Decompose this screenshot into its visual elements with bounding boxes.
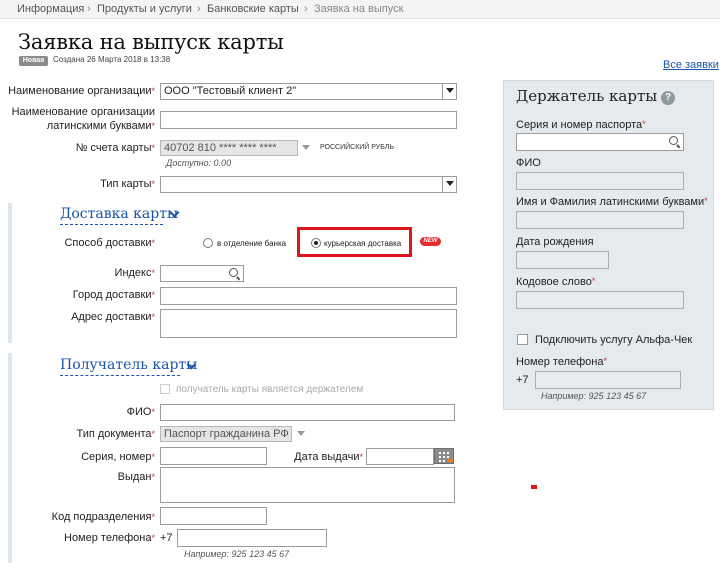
chevron-down-icon xyxy=(299,141,313,155)
birth-date-label: Дата рождения xyxy=(516,236,594,248)
index-label: Индекс* xyxy=(114,267,155,279)
doc-type-label: Тип документа* xyxy=(76,428,155,440)
breadcrumb: Информация › Продукты и услуги › Банковс… xyxy=(0,0,720,19)
org-latin-label-2: латинскими буквами* xyxy=(46,120,155,132)
fio-label: ФИО* xyxy=(126,406,155,418)
chevron-down-icon xyxy=(294,427,308,441)
fio-input[interactable] xyxy=(160,404,455,421)
alfa-check-checkbox[interactable] xyxy=(517,334,528,345)
issue-date-label: Дата выдачи* xyxy=(294,451,363,463)
holder-phone-prefix: +7 xyxy=(516,374,529,386)
search-icon[interactable] xyxy=(669,136,678,145)
account-available: Доступно: 0.00 xyxy=(166,158,232,168)
same-as-holder-checkbox[interactable] xyxy=(160,384,170,394)
address-label: Адрес доставки* xyxy=(71,311,155,323)
alfa-check-label[interactable]: Подключить услугу Альфа-Чек xyxy=(535,334,692,346)
issued-by-input[interactable] xyxy=(160,467,455,503)
delivery-method-label: Способ доставки* xyxy=(64,237,155,249)
search-icon[interactable] xyxy=(229,268,238,277)
org-name-label: Наименование организации* xyxy=(8,85,155,97)
issue-date-input[interactable] xyxy=(366,448,434,465)
issued-by-label: Выдан* xyxy=(117,471,155,483)
holder-latin-label: Имя и Фамилия латинскими буквами* xyxy=(516,196,708,208)
section-bar-delivery xyxy=(8,203,12,343)
red-marker xyxy=(531,485,537,489)
passport-input[interactable] xyxy=(516,133,684,151)
city-input[interactable] xyxy=(160,287,457,305)
dept-code-input[interactable] xyxy=(160,507,267,525)
passport-label: Серия и номер паспорта* xyxy=(516,119,646,131)
breadcrumb-item-info[interactable]: Информация xyxy=(17,3,84,15)
series-input[interactable] xyxy=(160,447,267,465)
account-label: № счета карты* xyxy=(75,142,155,154)
all-orders-link[interactable]: Все заявки xyxy=(663,59,719,71)
holder-phone-input[interactable] xyxy=(535,371,681,389)
account-select[interactable]: 40702 810 **** **** **** xyxy=(160,140,298,156)
breadcrumb-separator: › xyxy=(87,3,91,15)
org-latin-label: Наименование организации xyxy=(11,106,155,118)
birth-date-input[interactable] xyxy=(516,251,609,269)
recipient-title-underline xyxy=(60,375,180,376)
phone-hint: Например: 925 123 45 67 xyxy=(184,549,290,559)
chevron-down-icon xyxy=(442,177,456,192)
breadcrumb-separator: › xyxy=(304,3,308,15)
highlight-frame xyxy=(297,227,412,257)
breadcrumb-item-current: Заявка на выпуск xyxy=(314,3,404,15)
help-icon[interactable]: ? xyxy=(661,91,675,105)
delivery-section-title[interactable]: Доставка карты xyxy=(60,206,178,222)
holder-title: Держатель карты xyxy=(516,87,658,105)
breadcrumb-separator: › xyxy=(197,3,201,15)
status-badge: Новая xyxy=(19,56,48,66)
section-bar-recipient xyxy=(8,353,12,563)
holder-fio-input[interactable] xyxy=(516,172,684,190)
breadcrumb-item-cards[interactable]: Банковские карты xyxy=(207,3,299,15)
new-badge: NEW xyxy=(420,237,441,246)
recipient-section-title[interactable]: Получатель карты xyxy=(60,357,197,373)
radio-branch[interactable] xyxy=(203,238,213,248)
org-name-select[interactable]: ООО "Тестовый клиент 2" xyxy=(160,83,457,100)
phone-input[interactable] xyxy=(177,529,327,547)
breadcrumb-item-products[interactable]: Продукты и услуги xyxy=(97,3,192,15)
series-label: Серия, номер* xyxy=(81,451,155,463)
phone-prefix: +7 xyxy=(160,532,173,544)
address-input[interactable] xyxy=(160,309,457,338)
city-label: Город доставки* xyxy=(72,289,155,301)
code-word-label: Кодовое слово* xyxy=(516,276,596,288)
card-type-label: Тип карты* xyxy=(100,178,155,190)
phone-label: Номер телефона* xyxy=(64,532,155,544)
page-title: Заявка на выпуск карты xyxy=(18,30,284,54)
chevron-down-icon xyxy=(442,84,456,99)
holder-phone-label: Номер телефона* xyxy=(516,356,607,368)
account-currency: РОССИЙСКИЙ РУБЛЬ xyxy=(320,144,395,151)
holder-latin-input[interactable] xyxy=(516,211,684,229)
dept-code-label: Код подразделения* xyxy=(51,511,155,523)
org-latin-input[interactable] xyxy=(160,111,457,129)
card-type-select[interactable] xyxy=(160,176,457,193)
holder-fio-label: ФИО xyxy=(516,157,541,169)
same-as-holder-label: получатель карты является держателем xyxy=(176,384,364,395)
code-word-input[interactable] xyxy=(516,291,684,309)
created-date: Создана 26 Марта 2018 в 13:38 xyxy=(53,55,171,64)
delivery-title-underline xyxy=(60,224,163,225)
holder-phone-hint: Например: 925 123 45 67 xyxy=(541,391,647,401)
doc-type-select[interactable]: Паспорт гражданина РФ xyxy=(160,426,292,442)
calendar-icon[interactable] xyxy=(434,448,454,464)
radio-branch-label[interactable]: в отделение банка xyxy=(217,239,286,248)
